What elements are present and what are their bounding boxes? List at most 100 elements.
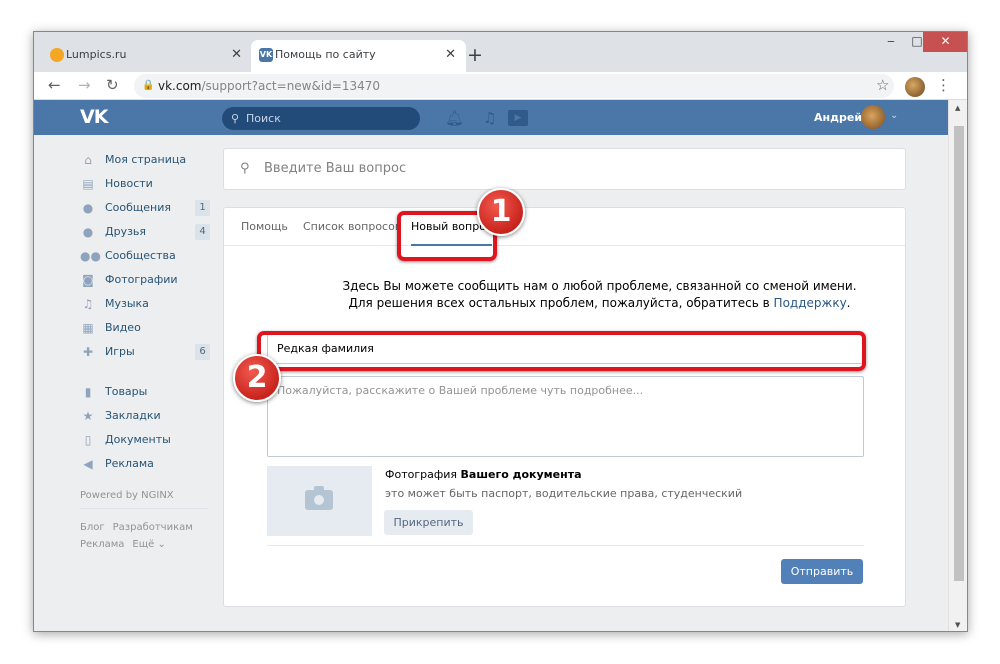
tab-help[interactable]: Помощь	[241, 208, 288, 246]
screenshot-stage: Lumpics.ru ✕ VK Помощь по сайту ✕ + ‒ □ …	[0, 0, 1000, 664]
document-photo-title: Фотография Вашего документа	[385, 468, 582, 481]
question-search-input[interactable]: ⚲ Введите Ваш вопрос	[223, 148, 906, 190]
close-tab-icon[interactable]: ✕	[231, 40, 242, 70]
vk-search-placeholder: Поиск	[246, 112, 281, 125]
form-divider	[267, 545, 864, 546]
sidebar-footer-links: Блог Разработчикам Реклама Ещё ⌄	[80, 519, 210, 553]
back-arrow-icon[interactable]: ←	[48, 75, 61, 95]
support-tabs: Помощь Список вопросов Новый вопрос	[224, 208, 905, 246]
sidebar-item-label: Сообщения	[105, 201, 172, 214]
lock-icon: 🔒	[142, 80, 155, 91]
new-tab-button[interactable]: +	[467, 44, 483, 66]
sidebar-item-my-page[interactable]: ⌂ Моя страница	[80, 148, 210, 172]
vk-logo[interactable]: VK	[80, 106, 108, 128]
sidebar-item-bookmarks[interactable]: ★ Закладки	[80, 404, 210, 428]
question-placeholder: Введите Ваш вопрос	[264, 161, 407, 176]
vk-user-name[interactable]: Андрей	[814, 111, 862, 124]
support-link[interactable]: Поддержку	[774, 296, 847, 310]
send-button[interactable]: Отправить	[781, 559, 863, 584]
friends-icon: ●	[82, 225, 94, 239]
play-video-icon[interactable]: ▶	[508, 110, 528, 126]
address-bar[interactable]: 🔒 vk.com/support?act=new&id=13470	[134, 74, 894, 98]
sidebar-item-video[interactable]: ▦ Видео	[80, 316, 210, 340]
left-sidebar: ⌂ Моя страница ▤ Новости ● Сообщения 1 ● Друз…	[80, 148, 210, 553]
notifications-bell-icon[interactable]: 🔔︎	[445, 108, 464, 128]
footer-link-developers[interactable]: Разработчикам	[113, 522, 193, 533]
home-icon: ⌂	[84, 153, 92, 167]
sidebar-item-label: Сообщества	[105, 249, 176, 262]
search-icon: ⚲	[240, 161, 250, 176]
browser-toolbar: ← → ↻ 🔒 vk.com/support?act=new&id=13470 …	[34, 72, 967, 100]
url-path: /support?act=new&id=13470	[201, 79, 381, 93]
url-domain: vk.com	[158, 79, 202, 93]
forward-arrow-icon[interactable]: →	[78, 75, 91, 95]
sidebar-item-news[interactable]: ▤ Новости	[80, 172, 210, 196]
sidebar-item-label: Закладки	[105, 409, 161, 422]
sidebar-item-label: Документы	[105, 433, 171, 446]
documents-icon: ▯	[84, 433, 92, 447]
music-note-icon[interactable]: ♫	[483, 108, 496, 128]
search-icon: ⚲	[231, 112, 240, 125]
footer-link-ads[interactable]: Реклама	[80, 539, 124, 550]
reload-icon[interactable]: ↻	[106, 75, 119, 95]
tab-questions-list[interactable]: Список вопросов	[303, 208, 401, 246]
step-marker-1: 1	[477, 188, 525, 236]
camera-icon	[305, 486, 333, 510]
scroll-up-icon[interactable]: ▲	[955, 104, 960, 112]
sidebar-item-label: Игры	[105, 345, 135, 358]
market-icon: ▮	[84, 385, 92, 399]
info-line-1: Здесь Вы можете сообщить нам о любой про…	[342, 279, 857, 293]
camera-icon: ◙	[82, 273, 94, 287]
sidebar-item-market[interactable]: ▮ Товары	[80, 380, 210, 404]
counter-badge: 4	[195, 224, 210, 240]
close-tab-icon[interactable]: ✕	[445, 40, 456, 70]
sidebar-item-label: Моя страница	[105, 153, 187, 166]
sidebar-item-label: Товары	[105, 385, 148, 398]
highlight-subject-field	[257, 331, 866, 371]
page-scrollbar[interactable]: ▲ ▼	[948, 100, 967, 631]
powered-by-label: Powered by NGINX	[80, 490, 208, 509]
footer-link-blog[interactable]: Блог	[80, 522, 105, 533]
document-photo-upload[interactable]	[267, 466, 372, 536]
scroll-down-icon[interactable]: ▼	[955, 621, 960, 629]
doc-title-plain: Фотография	[385, 468, 458, 481]
sidebar-item-label: Фотографии	[105, 273, 178, 286]
sidebar-item-friends[interactable]: ● Друзья 4	[80, 220, 210, 244]
attach-button[interactable]: Прикрепить	[384, 510, 473, 535]
games-icon: ✚	[82, 345, 94, 359]
sidebar-item-documents[interactable]: ▯ Документы	[80, 428, 210, 452]
info-line-2: Для решения всех остальных проблем, пожа…	[348, 296, 851, 310]
vk-search-input[interactable]: ⚲ Поиск	[222, 107, 420, 130]
sidebar-item-messages[interactable]: ● Сообщения 1	[80, 196, 210, 220]
sidebar-item-games[interactable]: ✚ Игры 6	[80, 340, 210, 364]
document-photo-subtitle: это может быть паспорт, водительские пра…	[385, 487, 743, 500]
info-line-2-text: Для решения всех остальных проблем, пожа…	[348, 296, 770, 310]
messages-icon: ●	[82, 201, 94, 215]
description-textarea[interactable]: Пожалуйста, расскажите о Вашей проблеме …	[267, 376, 864, 457]
lumpics-favicon-icon	[50, 48, 64, 62]
sidebar-item-label: Музыка	[105, 297, 149, 310]
window-close-icon[interactable]: ✕	[923, 32, 967, 52]
vk-header: VK ⚲ Поиск 🔔︎ ♫ ▶ Андрей ⌄	[34, 100, 948, 135]
video-icon: ▦	[82, 321, 94, 335]
sidebar-item-label: Реклама	[105, 457, 154, 470]
groups-icon: ●●	[80, 249, 101, 263]
profile-avatar[interactable]	[905, 77, 925, 97]
scrollbar-thumb[interactable]	[954, 126, 964, 581]
step-marker-2: 2	[233, 354, 281, 402]
avatar[interactable]	[861, 105, 885, 129]
browser-tab-vk-support[interactable]: VK Помощь по сайту ✕	[251, 40, 466, 72]
sidebar-item-label: Новости	[105, 177, 153, 190]
sidebar-item-label: Видео	[105, 321, 141, 334]
sidebar-item-photos[interactable]: ◙ Фотографии	[80, 268, 210, 292]
chevron-down-icon[interactable]: ⌄	[890, 110, 898, 121]
footer-link-more[interactable]: Ещё ⌄	[132, 539, 165, 550]
sidebar-item-ads[interactable]: ◀ Реклама	[80, 452, 210, 476]
support-card: Помощь Список вопросов Новый вопрос Здес…	[223, 207, 906, 607]
bookmark-star-icon[interactable]: ☆	[876, 75, 889, 95]
sidebar-item-label: Друзья	[105, 225, 147, 238]
browser-tab-lumpics[interactable]: Lumpics.ru ✕	[42, 40, 252, 72]
sidebar-item-music[interactable]: ♫ Музыка	[80, 292, 210, 316]
sidebar-item-groups[interactable]: ●● Сообщества	[80, 244, 210, 268]
browser-menu-icon[interactable]: ⋮	[936, 75, 951, 95]
